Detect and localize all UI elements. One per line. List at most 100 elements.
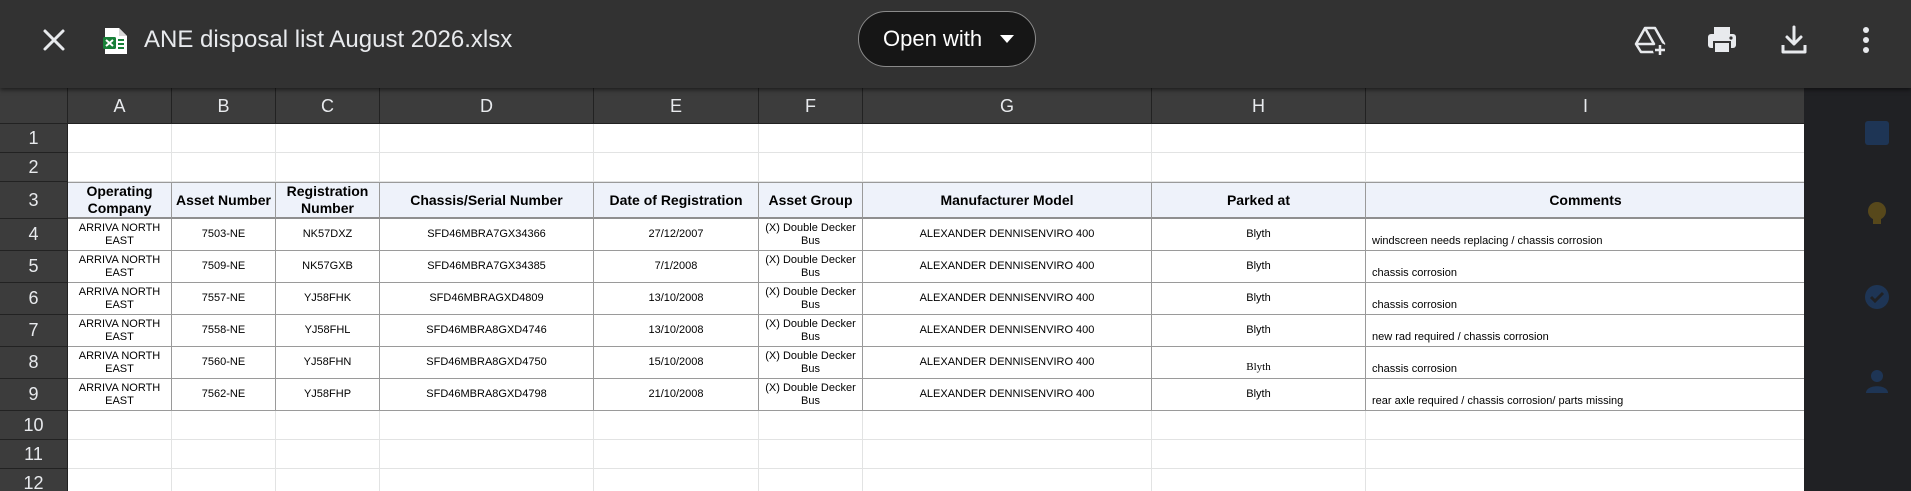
empty-cell-a11[interactable] xyxy=(68,440,172,469)
select-all-corner[interactable] xyxy=(0,88,68,124)
data-cell-c4[interactable]: NK57DXZ xyxy=(276,219,380,251)
row-header-11[interactable]: 11 xyxy=(0,440,68,469)
more-options-button[interactable] xyxy=(1848,22,1884,58)
print-button[interactable] xyxy=(1704,22,1740,58)
empty-cell-i1[interactable] xyxy=(1366,124,1804,153)
data-cell-b4[interactable]: 7503-NE xyxy=(172,219,276,251)
empty-cell-b2[interactable] xyxy=(172,153,276,182)
data-cell-d5[interactable]: SFD46MBRA7GX34385 xyxy=(380,251,594,283)
header-cell-c3[interactable]: Registration Number xyxy=(276,182,380,219)
data-cell-i6[interactable]: chassis corrosion xyxy=(1366,283,1804,315)
data-cell-h5[interactable]: Blyth xyxy=(1152,251,1366,283)
data-cell-i5[interactable]: chassis corrosion xyxy=(1366,251,1804,283)
empty-cell-b12[interactable] xyxy=(172,469,276,491)
empty-cell-g12[interactable] xyxy=(863,469,1152,491)
data-cell-e7[interactable]: 13/10/2008 xyxy=(594,315,759,347)
header-cell-g3[interactable]: Manufacturer Model xyxy=(863,182,1152,219)
column-header-h[interactable]: H xyxy=(1152,88,1366,124)
row-header-8[interactable]: 8 xyxy=(0,347,68,379)
row-header-10[interactable]: 10 xyxy=(0,411,68,440)
data-cell-d9[interactable]: SFD46MBRA8GXD4798 xyxy=(380,379,594,411)
empty-cell-b11[interactable] xyxy=(172,440,276,469)
data-cell-g6[interactable]: ALEXANDER DENNISENVIRO 400 xyxy=(863,283,1152,315)
header-cell-a3[interactable]: Operating Company xyxy=(68,182,172,219)
data-cell-c5[interactable]: NK57GXB xyxy=(276,251,380,283)
data-cell-f6[interactable]: (X) Double Decker Bus xyxy=(759,283,863,315)
empty-cell-d2[interactable] xyxy=(380,153,594,182)
header-cell-d3[interactable]: Chassis/Serial Number xyxy=(380,182,594,219)
data-cell-f5[interactable]: (X) Double Decker Bus xyxy=(759,251,863,283)
empty-cell-i11[interactable] xyxy=(1366,440,1804,469)
header-cell-h3[interactable]: Parked at xyxy=(1152,182,1366,219)
empty-cell-d1[interactable] xyxy=(380,124,594,153)
data-cell-h8[interactable]: Blyth xyxy=(1152,347,1366,379)
empty-cell-b10[interactable] xyxy=(172,411,276,440)
empty-cell-i10[interactable] xyxy=(1366,411,1804,440)
data-cell-e8[interactable]: 15/10/2008 xyxy=(594,347,759,379)
data-cell-d4[interactable]: SFD46MBRA7GX34366 xyxy=(380,219,594,251)
row-header-1[interactable]: 1 xyxy=(0,124,68,153)
open-with-button[interactable]: Open with xyxy=(858,11,1036,67)
data-cell-g5[interactable]: ALEXANDER DENNISENVIRO 400 xyxy=(863,251,1152,283)
data-cell-c9[interactable]: YJ58FHP xyxy=(276,379,380,411)
empty-cell-a10[interactable] xyxy=(68,411,172,440)
empty-cell-f12[interactable] xyxy=(759,469,863,491)
empty-cell-e2[interactable] xyxy=(594,153,759,182)
empty-cell-e12[interactable] xyxy=(594,469,759,491)
data-cell-e5[interactable]: 7/1/2008 xyxy=(594,251,759,283)
data-cell-i4[interactable]: windscreen needs replacing / chassis cor… xyxy=(1366,219,1804,251)
empty-cell-h1[interactable] xyxy=(1152,124,1366,153)
empty-cell-d10[interactable] xyxy=(380,411,594,440)
data-cell-a6[interactable]: ARRIVA NORTH EAST xyxy=(68,283,172,315)
data-cell-g8[interactable]: ALEXANDER DENNISENVIRO 400 xyxy=(863,347,1152,379)
header-cell-f3[interactable]: Asset Group xyxy=(759,182,863,219)
empty-cell-e10[interactable] xyxy=(594,411,759,440)
row-header-5[interactable]: 5 xyxy=(0,251,68,283)
column-header-e[interactable]: E xyxy=(594,88,759,124)
empty-cell-h10[interactable] xyxy=(1152,411,1366,440)
data-cell-h9[interactable]: Blyth xyxy=(1152,379,1366,411)
empty-cell-c12[interactable] xyxy=(276,469,380,491)
empty-cell-f11[interactable] xyxy=(759,440,863,469)
empty-cell-h12[interactable] xyxy=(1152,469,1366,491)
data-cell-g9[interactable]: ALEXANDER DENNISENVIRO 400 xyxy=(863,379,1152,411)
data-cell-e6[interactable]: 13/10/2008 xyxy=(594,283,759,315)
empty-cell-e11[interactable] xyxy=(594,440,759,469)
empty-cell-c10[interactable] xyxy=(276,411,380,440)
data-cell-c6[interactable]: YJ58FHK xyxy=(276,283,380,315)
data-cell-d7[interactable]: SFD46MBRA8GXD4746 xyxy=(380,315,594,347)
spreadsheet-grid[interactable]: ABCDEFGHI 1 2 3 4 5 6 7 8 9 10 11 12 Operating Comp… xyxy=(0,88,1804,491)
empty-cell-i12[interactable] xyxy=(1366,469,1804,491)
empty-cell-c2[interactable] xyxy=(276,153,380,182)
column-header-b[interactable]: B xyxy=(172,88,276,124)
data-cell-b5[interactable]: 7509-NE xyxy=(172,251,276,283)
empty-cell-e1[interactable] xyxy=(594,124,759,153)
data-cell-g7[interactable]: ALEXANDER DENNISENVIRO 400 xyxy=(863,315,1152,347)
empty-cell-d11[interactable] xyxy=(380,440,594,469)
empty-cell-c11[interactable] xyxy=(276,440,380,469)
data-cell-c8[interactable]: YJ58FHN xyxy=(276,347,380,379)
column-header-f[interactable]: F xyxy=(759,88,863,124)
column-header-g[interactable]: G xyxy=(863,88,1152,124)
column-header-c[interactable]: C xyxy=(276,88,380,124)
empty-cell-g2[interactable] xyxy=(863,153,1152,182)
data-cell-d8[interactable]: SFD46MBRA8GXD4750 xyxy=(380,347,594,379)
empty-cell-c1[interactable] xyxy=(276,124,380,153)
data-cell-g4[interactable]: ALEXANDER DENNISENVIRO 400 xyxy=(863,219,1152,251)
data-cell-f4[interactable]: (X) Double Decker Bus xyxy=(759,219,863,251)
data-cell-h6[interactable]: Blyth xyxy=(1152,283,1366,315)
row-header-4[interactable]: 4 xyxy=(0,219,68,251)
data-cell-a8[interactable]: ARRIVA NORTH EAST xyxy=(68,347,172,379)
empty-cell-h2[interactable] xyxy=(1152,153,1366,182)
header-cell-i3[interactable]: Comments xyxy=(1366,182,1804,219)
data-cell-a7[interactable]: ARRIVA NORTH EAST xyxy=(68,315,172,347)
header-cell-b3[interactable]: Asset Number xyxy=(172,182,276,219)
row-header-3[interactable]: 3 xyxy=(0,182,68,219)
row-header-12[interactable]: 12 xyxy=(0,469,68,491)
data-cell-f9[interactable]: (X) Double Decker Bus xyxy=(759,379,863,411)
empty-cell-f1[interactable] xyxy=(759,124,863,153)
data-cell-f8[interactable]: (X) Double Decker Bus xyxy=(759,347,863,379)
row-header-2[interactable]: 2 xyxy=(0,153,68,182)
empty-cell-i2[interactable] xyxy=(1366,153,1804,182)
data-cell-b6[interactable]: 7557-NE xyxy=(172,283,276,315)
